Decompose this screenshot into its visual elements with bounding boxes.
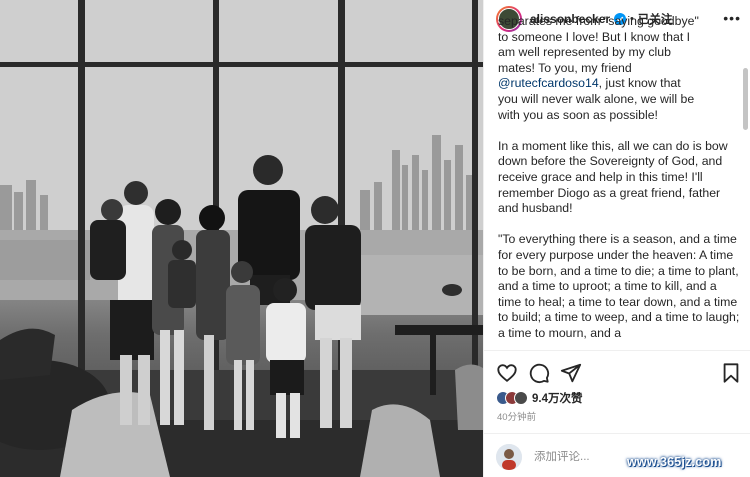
divider [484, 433, 750, 434]
post-panel: alissonbecker • 已关注 ••• separates me fro… [483, 0, 750, 477]
likes-row: 9.4万次赞 [496, 389, 583, 407]
mention-link[interactable]: @rutecfcardoso14 [498, 76, 599, 90]
share-send-icon[interactable] [560, 362, 582, 384]
site-watermark: www.365jz.com [627, 455, 722, 469]
likes-count[interactable]: 9.4万次赞 [532, 390, 583, 406]
divider [484, 350, 750, 351]
user-avatar-icon [496, 444, 522, 470]
save-bookmark-icon[interactable] [720, 362, 742, 384]
current-user-avatar [496, 444, 522, 470]
action-bar [484, 362, 750, 386]
like-heart-icon[interactable] [496, 362, 518, 384]
post-caption: separates me from "saying goodbye" to so… [498, 14, 740, 350]
caption-paragraph-2: In a moment like this, all we can do is … [498, 138, 728, 216]
post-photo [0, 0, 483, 477]
caption-paragraph-3: "To everything there is a season, and a … [498, 232, 740, 340]
post-timestamp[interactable]: 40分钟前 [497, 409, 536, 423]
comment-row [496, 444, 644, 470]
comment-icon[interactable] [528, 362, 550, 384]
caption-paragraph-1: separates me from "saying goodbye" to so… [498, 14, 699, 122]
liker-avatar[interactable] [514, 391, 528, 405]
caption-scrollbar[interactable] [743, 68, 748, 130]
family-photo [0, 0, 483, 477]
